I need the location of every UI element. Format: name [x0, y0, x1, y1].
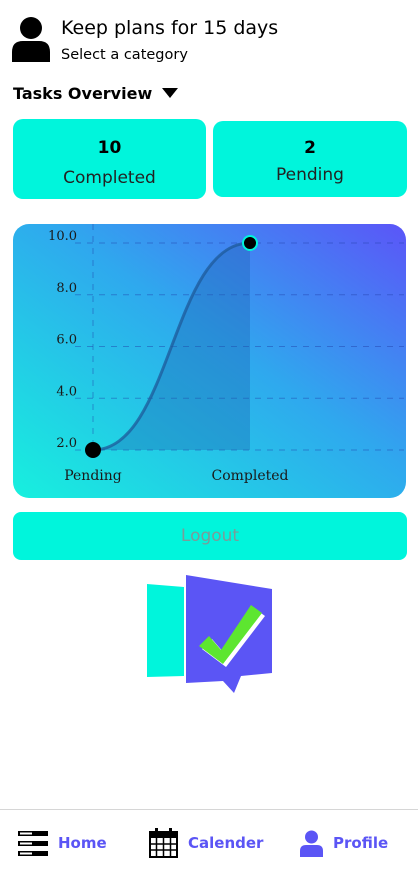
- page-subtitle[interactable]: Select a category: [61, 47, 188, 63]
- tasks-chart: 2.0 4.0 6.0 8.0 10.0 Pending Completed: [13, 224, 406, 498]
- caret-down-icon: [162, 88, 179, 98]
- x-tick-label: Pending: [64, 468, 122, 484]
- menu-list-icon: [18, 830, 48, 856]
- y-tick-label: 2.0: [56, 436, 77, 451]
- nav-calendar-label: Calender: [188, 834, 264, 852]
- page-title: Keep plans for 15 days: [61, 17, 279, 39]
- nav-profile[interactable]: Profile: [300, 828, 388, 858]
- completed-label: Completed: [63, 168, 156, 188]
- y-tick-label: 8.0: [56, 281, 77, 296]
- calendar-icon: [149, 828, 178, 858]
- tasks-overview-dropdown[interactable]: Tasks Overview: [13, 82, 179, 104]
- y-tick-label: 6.0: [56, 333, 77, 348]
- data-point: [85, 442, 101, 458]
- y-tick-label: 4.0: [56, 384, 77, 399]
- check-logo-icon: [147, 575, 272, 693]
- pending-label: Pending: [276, 165, 344, 185]
- user-icon: [12, 17, 50, 62]
- data-point: [242, 235, 258, 251]
- header: Keep plans for 15 days Select a category: [12, 14, 412, 66]
- nav-home[interactable]: Home: [18, 828, 107, 858]
- tasks-overview-label: Tasks Overview: [13, 83, 153, 103]
- bottom-nav: Home Calender Profile: [0, 809, 418, 869]
- pending-count: 2: [304, 138, 316, 158]
- nav-calendar[interactable]: Calender: [149, 828, 263, 858]
- nav-home-label: Home: [58, 834, 107, 852]
- y-tick-label: 10.0: [48, 229, 77, 244]
- chart-svg: 2.0 4.0 6.0 8.0 10.0 Pending Completed: [13, 224, 406, 498]
- completed-card[interactable]: 10 Completed: [13, 119, 206, 199]
- x-tick-label: Completed: [211, 468, 288, 484]
- pending-card[interactable]: 2 Pending: [213, 121, 407, 197]
- user-icon: [300, 830, 323, 857]
- nav-profile-label: Profile: [333, 834, 389, 852]
- completed-count: 10: [97, 138, 122, 158]
- logout-button[interactable]: Logout: [13, 512, 407, 560]
